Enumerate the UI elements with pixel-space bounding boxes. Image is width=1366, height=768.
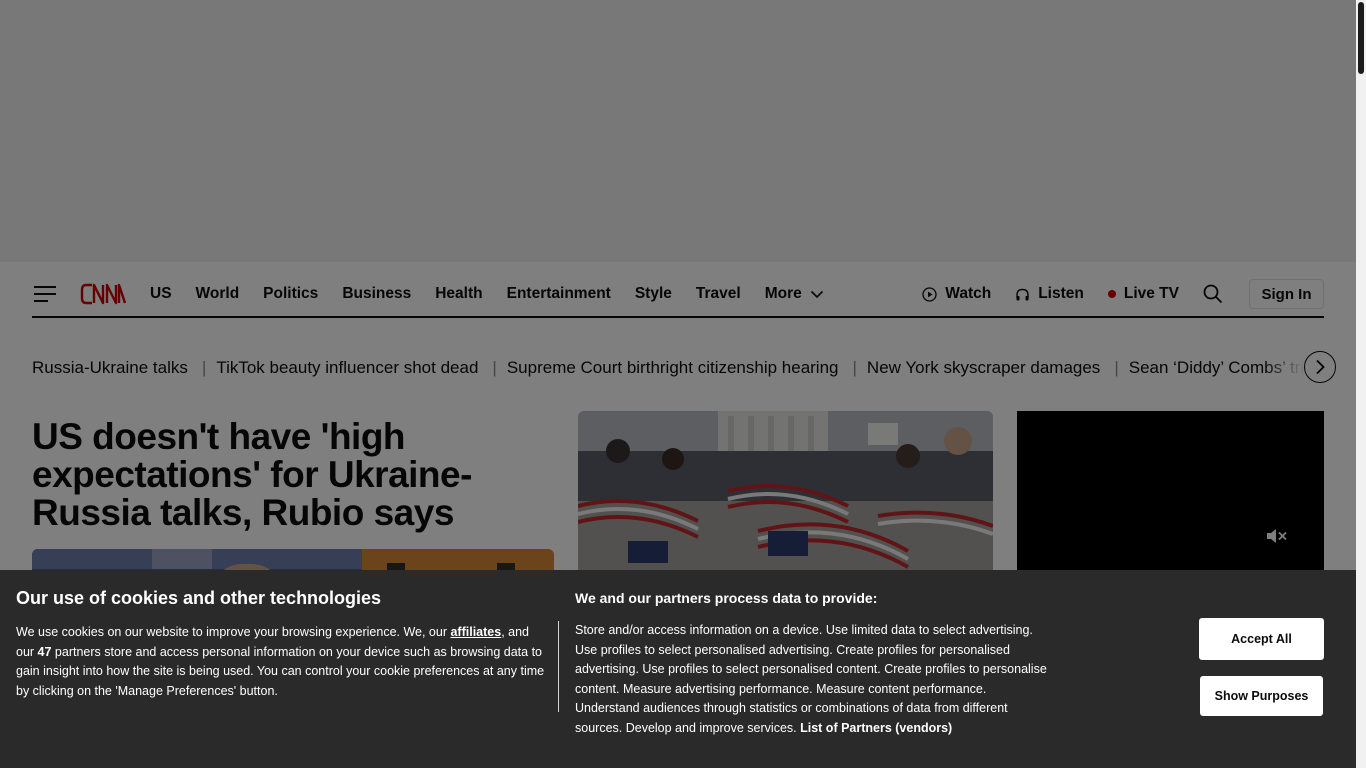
show-purposes-button[interactable]: Show Purposes bbox=[1200, 676, 1323, 716]
cookie-purposes: We and our partners process data to prov… bbox=[575, 589, 1050, 738]
purposes-list: Store and/or access information on a dev… bbox=[575, 623, 1047, 735]
purposes-title: We and our partners process data to prov… bbox=[575, 590, 878, 606]
partner-count: 47 bbox=[37, 644, 52, 659]
affiliates-link[interactable]: affiliates bbox=[450, 625, 501, 639]
cookie-body: We use cookies on our website to improve… bbox=[16, 623, 546, 701]
accept-all-button[interactable]: Accept All bbox=[1199, 618, 1324, 660]
cookie-intro: Our use of cookies and other technologie… bbox=[16, 587, 546, 701]
cookie-body-text: partners store and access personal infor… bbox=[16, 644, 545, 698]
list-of-partners-link[interactable]: List of Partners (vendors) bbox=[800, 721, 952, 735]
cookie-title: Our use of cookies and other technologie… bbox=[16, 588, 382, 608]
cookie-banner: Our use of cookies and other technologie… bbox=[0, 570, 1356, 768]
scrollbar-thumb[interactable] bbox=[1358, 2, 1364, 74]
cookie-body-text: We use cookies on our website to improve… bbox=[16, 625, 451, 639]
purposes-text: Store and/or access information on a dev… bbox=[575, 621, 1050, 738]
cookie-divider bbox=[558, 621, 559, 712]
scrollbar[interactable] bbox=[1356, 0, 1366, 768]
